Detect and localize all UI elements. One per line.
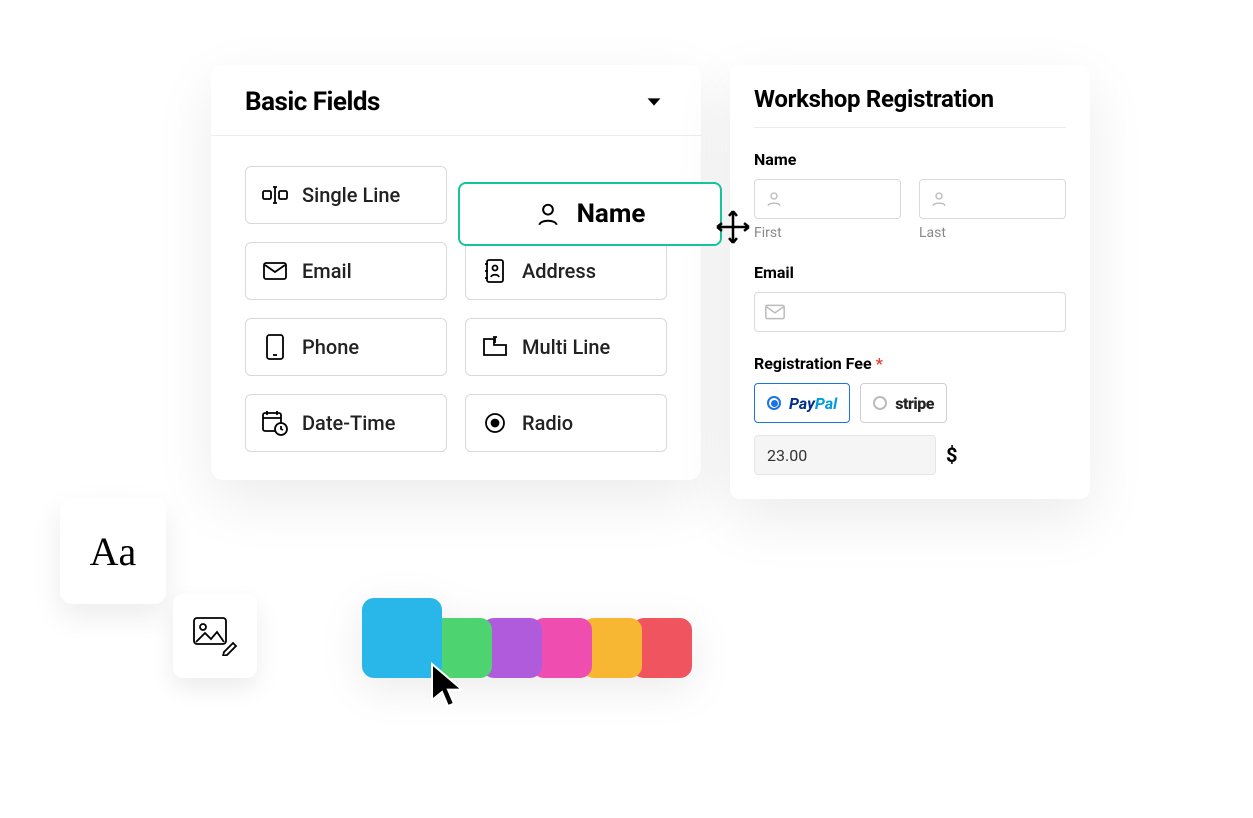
- calendar-clock-icon: [262, 410, 288, 436]
- field-chip-label: Radio: [522, 411, 573, 435]
- field-chip-email[interactable]: Email: [245, 242, 447, 300]
- email-input[interactable]: [754, 292, 1066, 332]
- first-name-input[interactable]: [754, 179, 901, 219]
- fields-panel-title: Basic Fields: [245, 87, 380, 117]
- field-chip-name-dragging[interactable]: Name: [458, 182, 722, 246]
- field-label: Email: [754, 263, 1066, 282]
- smartphone-icon: [262, 334, 288, 360]
- field-chip-label: Single Line: [302, 183, 400, 207]
- font-tool[interactable]: Aa: [60, 498, 166, 604]
- address-book-icon: [482, 258, 508, 284]
- required-star: *: [876, 354, 883, 373]
- field-chip-address[interactable]: Address: [465, 242, 667, 300]
- image-tool[interactable]: [173, 594, 257, 678]
- fee-amount-input[interactable]: 23.00: [754, 435, 936, 475]
- radio-unselected-icon: [873, 396, 887, 410]
- field-chip-label: Email: [302, 259, 352, 283]
- radio-selected-icon: [767, 396, 781, 410]
- field-chip-label: Multi Line: [522, 335, 610, 359]
- mail-icon: [262, 258, 288, 284]
- field-chip-label: Date-Time: [302, 411, 395, 435]
- field-chip-label: Name: [577, 199, 646, 229]
- first-name-sublabel: First: [754, 225, 901, 241]
- text-cursor-icon: [262, 182, 288, 208]
- field-chip-radio[interactable]: Radio: [465, 394, 667, 452]
- field-label: Name: [754, 150, 1066, 169]
- payment-option-stripe[interactable]: stripe: [860, 383, 947, 423]
- last-name-input[interactable]: [919, 179, 1066, 219]
- mail-icon: [765, 304, 785, 320]
- preview-field-fee: Registration Fee* PayPal stripe 23.00 $: [754, 354, 1066, 475]
- payment-option-paypal[interactable]: PayPal: [754, 383, 850, 423]
- paypal-logo: PayPal: [789, 394, 837, 413]
- cursor-icon: [428, 660, 468, 712]
- person-icon: [765, 190, 783, 208]
- field-chip-date-time[interactable]: Date-Time: [245, 394, 447, 452]
- currency-symbol: $: [946, 443, 957, 467]
- multiline-icon: [482, 334, 508, 360]
- move-icon: [714, 208, 752, 253]
- field-label: Registration Fee*: [754, 354, 1066, 373]
- form-preview-panel: Workshop Registration Name First: [730, 65, 1090, 499]
- person-icon: [930, 190, 948, 208]
- field-chip-single-line[interactable]: Single Line: [245, 166, 447, 224]
- field-chip-phone[interactable]: Phone: [245, 318, 447, 376]
- font-sample: Aa: [90, 528, 137, 575]
- radio-icon: [482, 410, 508, 436]
- field-chip-label: Phone: [302, 335, 359, 359]
- fields-panel: Basic Fields Single Line: [211, 65, 701, 480]
- stripe-logo: stripe: [895, 394, 934, 413]
- preview-field-name: Name First Last: [754, 150, 1066, 241]
- person-icon: [535, 201, 561, 227]
- preview-field-email: Email: [754, 263, 1066, 332]
- color-palette: [362, 598, 692, 678]
- chevron-down-icon[interactable]: [641, 89, 667, 115]
- field-chip-multi-line[interactable]: Multi Line: [465, 318, 667, 376]
- image-edit-icon: [192, 616, 238, 656]
- last-name-sublabel: Last: [919, 225, 1066, 241]
- form-title: Workshop Registration: [754, 85, 1066, 128]
- field-chip-label: Address: [522, 259, 596, 283]
